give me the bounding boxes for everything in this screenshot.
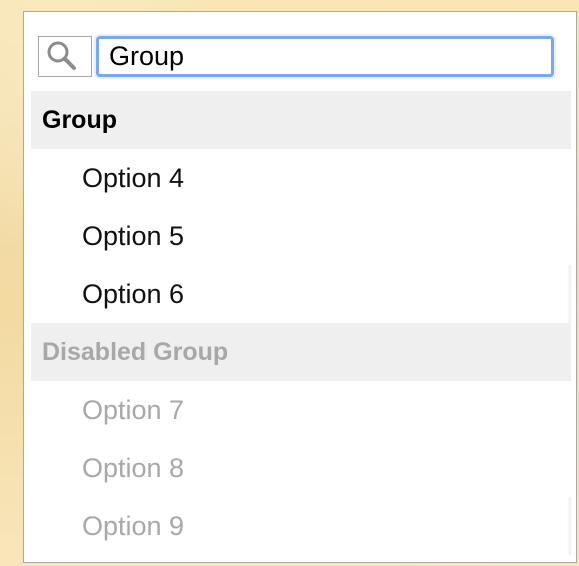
list-item-option-4[interactable]: Option 4 — [31, 149, 571, 207]
search-input[interactable] — [96, 36, 554, 77]
row-divider — [567, 497, 571, 555]
list-item-option-5[interactable]: Option 5 — [31, 207, 571, 265]
list-item-option-9: Option 9 — [31, 497, 571, 555]
row-divider — [567, 265, 571, 323]
group-header-disabled-group: Disabled Group — [31, 323, 571, 381]
search-row — [38, 36, 554, 77]
list-item-option-8: Option 8 — [31, 439, 571, 497]
group-header-group: Group — [31, 91, 571, 149]
search-icon — [47, 41, 76, 70]
list-item-option-6[interactable]: Option 6 — [31, 265, 571, 323]
search-icon-button — [38, 36, 92, 77]
select-dropdown-panel: Group Option 4 Option 5 Option 6 Disable… — [23, 11, 577, 563]
list-item-option-7: Option 7 — [31, 381, 571, 439]
